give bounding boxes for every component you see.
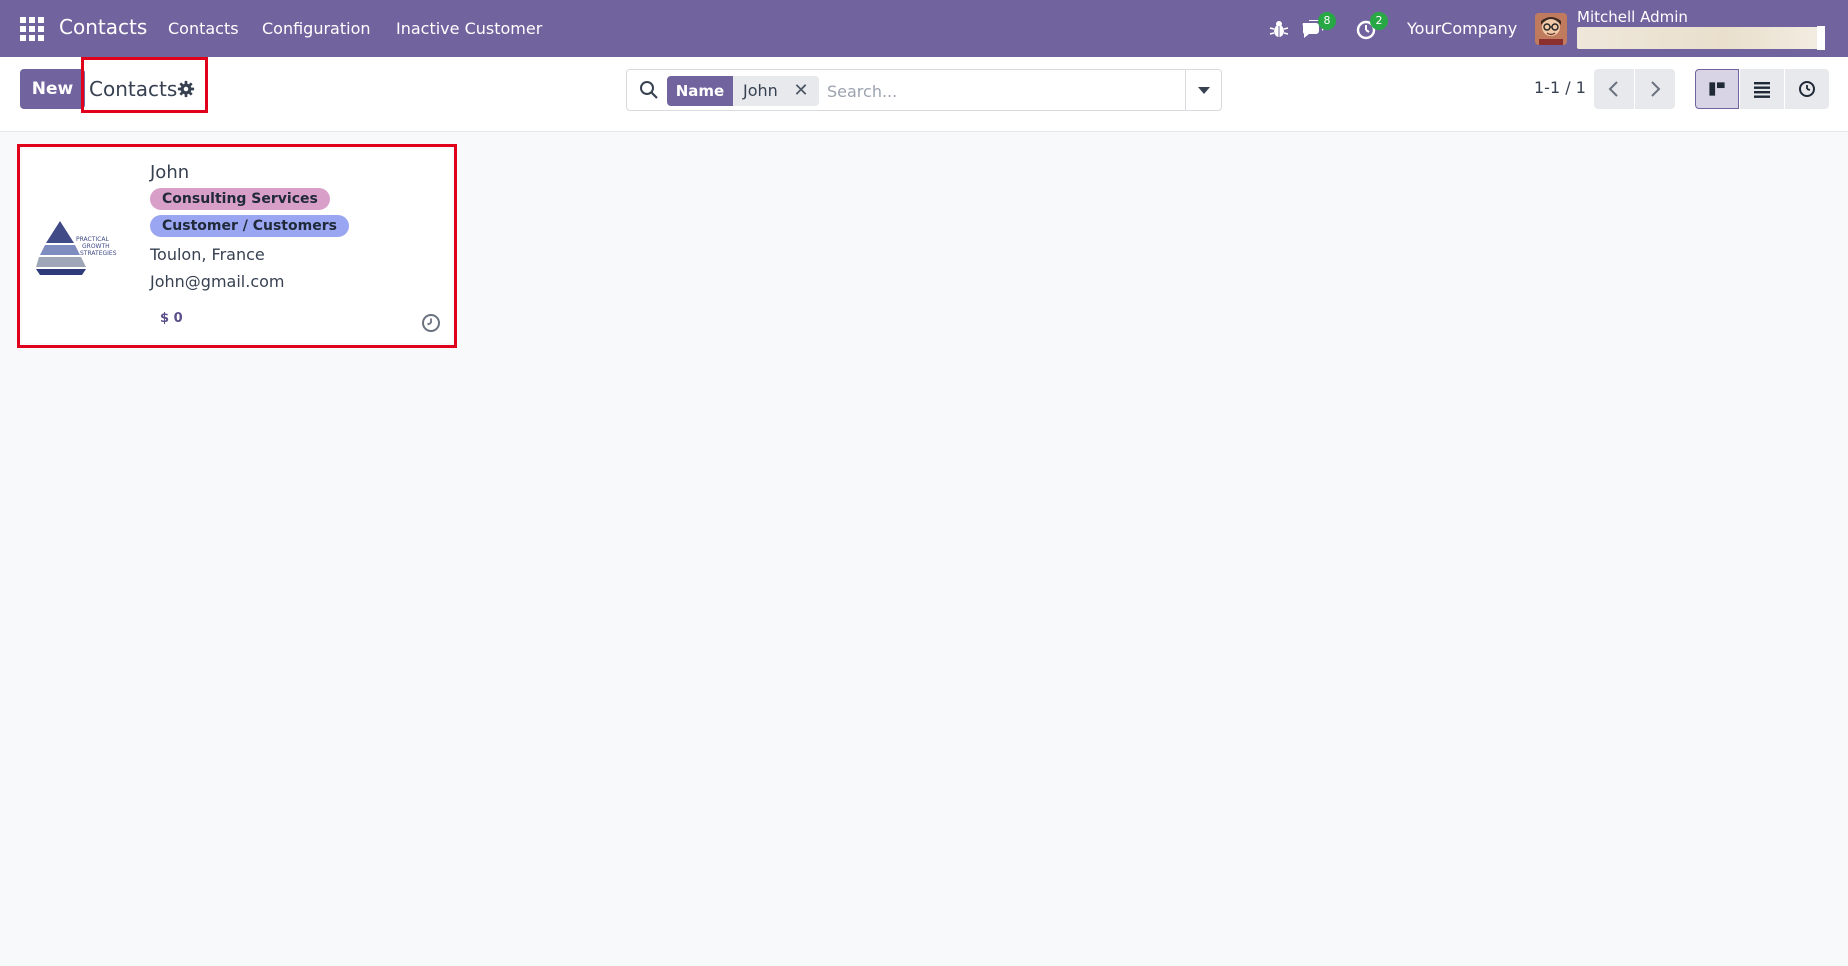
new-button[interactable]: New [20, 69, 85, 109]
apps-menu-icon[interactable] [20, 17, 44, 41]
contact-address: Toulon, France [150, 245, 265, 264]
gear-icon[interactable] [177, 80, 195, 98]
activity-view-button[interactable] [1785, 69, 1829, 109]
kanban-view-button[interactable] [1695, 69, 1739, 109]
user-database-bar [1577, 27, 1825, 49]
control-panel: New Contacts Name John ✕ 1-1 / 1 [0, 57, 1848, 132]
bug-icon[interactable] [1266, 16, 1292, 42]
list-view-button[interactable] [1740, 69, 1784, 109]
user-avatar[interactable] [1535, 13, 1567, 45]
contact-card[interactable]: PRACTICAL GROWTH STRATEGIES John Consult… [22, 149, 452, 343]
menu-configuration[interactable]: Configuration [262, 19, 371, 38]
sales-amount-button[interactable]: $ 0 [160, 311, 183, 326]
logo-text-practical: PRACTICAL [76, 236, 109, 243]
chevron-right-icon [1651, 81, 1661, 97]
pager-next-button[interactable] [1635, 69, 1675, 109]
activity-clock-icon[interactable] [420, 312, 442, 334]
kanban-icon [1709, 82, 1725, 96]
search-icon[interactable] [639, 80, 659, 100]
list-icon [1754, 82, 1770, 98]
menu-contacts[interactable]: Contacts [168, 19, 239, 38]
user-name[interactable]: Mitchell Admin [1577, 8, 1688, 26]
company-switcher[interactable]: YourCompany [1407, 19, 1517, 38]
logo-text-growth: GROWTH [82, 243, 110, 250]
contact-email: John@gmail.com [150, 272, 285, 291]
search-options-toggle[interactable] [1185, 70, 1222, 110]
tag-customer: Customer / Customers [150, 215, 349, 237]
chevron-left-icon [1608, 81, 1618, 97]
clock-icon [1799, 81, 1815, 97]
menu-inactive-customer[interactable]: Inactive Customer [396, 19, 542, 38]
user-database-bar-edge [1817, 26, 1825, 50]
company-logo: PRACTICAL GROWTH STRATEGIES [36, 221, 117, 275]
top-navbar: Contacts Contacts Configuration Inactive… [0, 0, 1848, 57]
activities-badge: 2 [1370, 12, 1388, 30]
messages-badge: 8 [1318, 12, 1336, 30]
pager-previous-button[interactable] [1594, 69, 1634, 109]
search-facet-label: Name [667, 76, 733, 106]
search-input[interactable] [827, 76, 1177, 106]
pager-value[interactable]: 1-1 / 1 [1534, 78, 1586, 97]
facet-remove-icon[interactable]: ✕ [791, 76, 811, 106]
app-brand[interactable]: Contacts [59, 15, 147, 39]
logo-text-strategies: STRATEGIES [80, 250, 117, 257]
search-bar: Name John ✕ [626, 69, 1222, 111]
page-title: Contacts [89, 77, 178, 101]
contact-name: John [150, 162, 190, 183]
tag-consulting-services: Consulting Services [150, 188, 330, 210]
